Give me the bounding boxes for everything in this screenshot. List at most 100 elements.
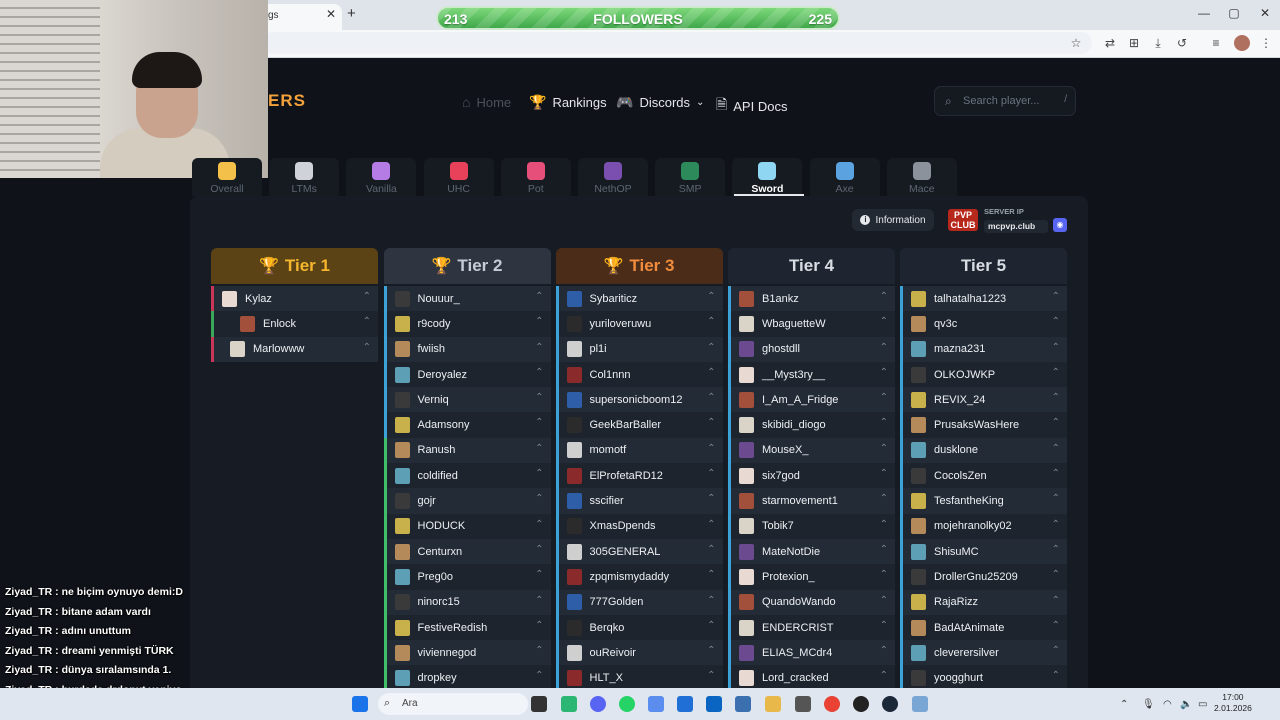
- new-tab-button[interactable]: +: [347, 5, 356, 22]
- player-row[interactable]: yuriloveruwu ⌃: [555, 311, 723, 337]
- profile-avatar[interactable]: [1234, 35, 1250, 51]
- player-row[interactable]: ShisuMC ⌃: [900, 538, 1067, 565]
- player-row[interactable]: Sybariticz ⌃: [555, 286, 723, 312]
- player-row[interactable]: momotf ⌃: [555, 437, 723, 464]
- tab-smp[interactable]: SMP: [655, 158, 726, 196]
- translate-icon[interactable]: ⇄: [1102, 35, 1118, 51]
- taskbar-clock[interactable]: 17:00 2.01.2026: [1214, 692, 1252, 714]
- player-row[interactable]: Verniq ⌃: [383, 387, 551, 413]
- player-row[interactable]: coldified ⌃: [383, 463, 551, 489]
- player-row[interactable]: MouseX_ ⌃: [728, 437, 895, 464]
- steam-icon[interactable]: [882, 696, 898, 712]
- chrome-icon[interactable]: [824, 696, 840, 712]
- site-logo[interactable]: ERS: [268, 91, 306, 111]
- player-row[interactable]: ninorc15 ⌃: [383, 589, 551, 615]
- tab-nethop[interactable]: NethOP: [578, 158, 648, 196]
- player-row[interactable]: I_Am_A_Fridge ⌃: [728, 387, 895, 413]
- address-bar[interactable]: [262, 32, 1092, 54]
- information-button[interactable]: i Information: [852, 209, 934, 231]
- player-row[interactable]: Berqko ⌃: [555, 614, 723, 641]
- player-row[interactable]: yoogghurt ⌃: [900, 665, 1067, 691]
- player-row[interactable]: dropkey ⌃: [383, 665, 551, 691]
- player-row[interactable]: zpqmismydaddy ⌃: [555, 564, 723, 590]
- maximize-button[interactable]: ▢: [1224, 6, 1244, 20]
- player-search[interactable]: ⌕ Search player... /: [934, 86, 1076, 116]
- player-row[interactable]: dusklone ⌃: [900, 437, 1067, 464]
- player-row[interactable]: BadAtAnimate ⌃: [900, 614, 1067, 641]
- player-row[interactable]: CocolsZen ⌃: [900, 463, 1067, 489]
- minimize-button[interactable]: —: [1194, 6, 1214, 20]
- start-icon[interactable]: [352, 696, 368, 712]
- player-row[interactable]: cleverersilver ⌃: [900, 640, 1067, 666]
- tab-mace[interactable]: Mace: [886, 158, 957, 196]
- battery-icon[interactable]: ▭: [1198, 699, 1207, 710]
- player-row[interactable]: pl1i ⌃: [555, 336, 723, 362]
- history-icon[interactable]: ↺: [1174, 35, 1190, 51]
- menu-icon[interactable]: ⋮: [1258, 35, 1274, 51]
- whatsapp-icon[interactable]: [619, 696, 635, 712]
- player-row[interactable]: RajaRizz ⌃: [900, 589, 1067, 615]
- player-row[interactable]: qv3c ⌃: [900, 311, 1067, 337]
- tab-uhc[interactable]: UHC: [423, 158, 494, 196]
- player-row[interactable]: WbaguetteW ⌃: [728, 311, 895, 337]
- player-row[interactable]: DrollerGnu25209 ⌃: [900, 564, 1067, 590]
- player-row[interactable]: Lord_cracked ⌃: [728, 665, 895, 691]
- player-row[interactable]: ghostdll ⌃: [728, 336, 895, 362]
- player-row[interactable]: ElProfetaRD12 ⌃: [555, 463, 723, 489]
- tab-close-icon[interactable]: ✕: [326, 7, 336, 21]
- nav-api-docs[interactable]: 🗎 API Docs: [716, 94, 787, 118]
- wifi-icon[interactable]: ◠: [1163, 699, 1172, 710]
- player-row[interactable]: ELIAS_MCdr4 ⌃: [728, 640, 895, 666]
- player-row[interactable]: Enlock ⌃: [211, 311, 378, 337]
- player-row[interactable]: Adamsony ⌃: [383, 412, 551, 438]
- player-row[interactable]: gojr ⌃: [383, 488, 551, 514]
- tab-axe[interactable]: Axe: [809, 158, 880, 196]
- player-row[interactable]: B1ankz ⌃: [728, 286, 895, 312]
- store-icon[interactable]: [677, 696, 693, 712]
- download-icon[interactable]: ⤓: [1150, 35, 1166, 51]
- obs-icon[interactable]: [853, 696, 869, 712]
- player-row[interactable]: FestiveRedish ⌃: [383, 614, 551, 641]
- player-row[interactable]: Col1nnn ⌃: [555, 361, 723, 388]
- explorer-icon[interactable]: [765, 696, 781, 712]
- player-row[interactable]: HODUCK ⌃: [383, 513, 551, 539]
- player-row[interactable]: Ranush ⌃: [383, 437, 551, 464]
- player-row[interactable]: Protexion_ ⌃: [728, 564, 895, 590]
- outlook-icon[interactable]: [706, 696, 722, 712]
- tab-overall[interactable]: Overall: [192, 158, 262, 196]
- player-row[interactable]: ouReivoir ⌃: [555, 640, 723, 666]
- reading-list-icon[interactable]: ≡: [1208, 35, 1224, 51]
- player-row[interactable]: Centurxn ⌃: [383, 538, 551, 565]
- player-row[interactable]: __Myst3ry__ ⌃: [728, 361, 895, 388]
- microphone-icon[interactable]: 🎙: [1142, 699, 1155, 710]
- player-row[interactable]: supersonicboom12 ⌃: [555, 387, 723, 413]
- nav-discords[interactable]: 🎮 Discords ⌄: [616, 94, 704, 111]
- player-row[interactable]: 305GENERAL ⌃: [555, 538, 723, 565]
- app-icon[interactable]: [561, 696, 577, 712]
- player-row[interactable]: r9cody ⌃: [383, 311, 551, 337]
- tab-sword[interactable]: Sword: [732, 158, 805, 196]
- player-row[interactable]: Nouuur_ ⌃: [383, 286, 551, 312]
- player-row[interactable]: talhatalha1223 ⌃: [900, 286, 1067, 312]
- player-row[interactable]: TesfantheKing ⌃: [900, 488, 1067, 514]
- launcher-icon[interactable]: [912, 696, 928, 712]
- player-row[interactable]: skibidi_diogo ⌃: [728, 412, 895, 438]
- nav-rankings[interactable]: 🏆 Rankings: [529, 94, 607, 111]
- player-row[interactable]: viviennegod ⌃: [383, 640, 551, 666]
- player-row[interactable]: REVIX_24 ⌃: [900, 387, 1067, 413]
- player-row[interactable]: MateNotDie ⌃: [728, 538, 895, 565]
- discord-icon[interactable]: ◉: [1053, 218, 1067, 232]
- tab-vanilla[interactable]: Vanilla: [346, 158, 417, 196]
- player-row[interactable]: six7god ⌃: [728, 463, 895, 489]
- player-row[interactable]: OLKOJWKP ⌃: [900, 361, 1067, 388]
- player-row[interactable]: XmasDpends ⌃: [555, 513, 723, 539]
- window-close-button[interactable]: ✕: [1255, 6, 1275, 20]
- player-row[interactable]: fwiish ⌃: [383, 336, 551, 362]
- player-row[interactable]: QuandoWando ⌃: [728, 589, 895, 615]
- player-row[interactable]: 777Golden ⌃: [555, 589, 723, 615]
- player-row[interactable]: ENDERCRIST ⌃: [728, 614, 895, 641]
- discord-app-icon[interactable]: [590, 696, 606, 712]
- player-row[interactable]: GeekBarBaller ⌃: [555, 412, 723, 438]
- nav-home[interactable]: ⌂ Home: [462, 94, 511, 110]
- player-row[interactable]: Tobik7 ⌃: [728, 513, 895, 539]
